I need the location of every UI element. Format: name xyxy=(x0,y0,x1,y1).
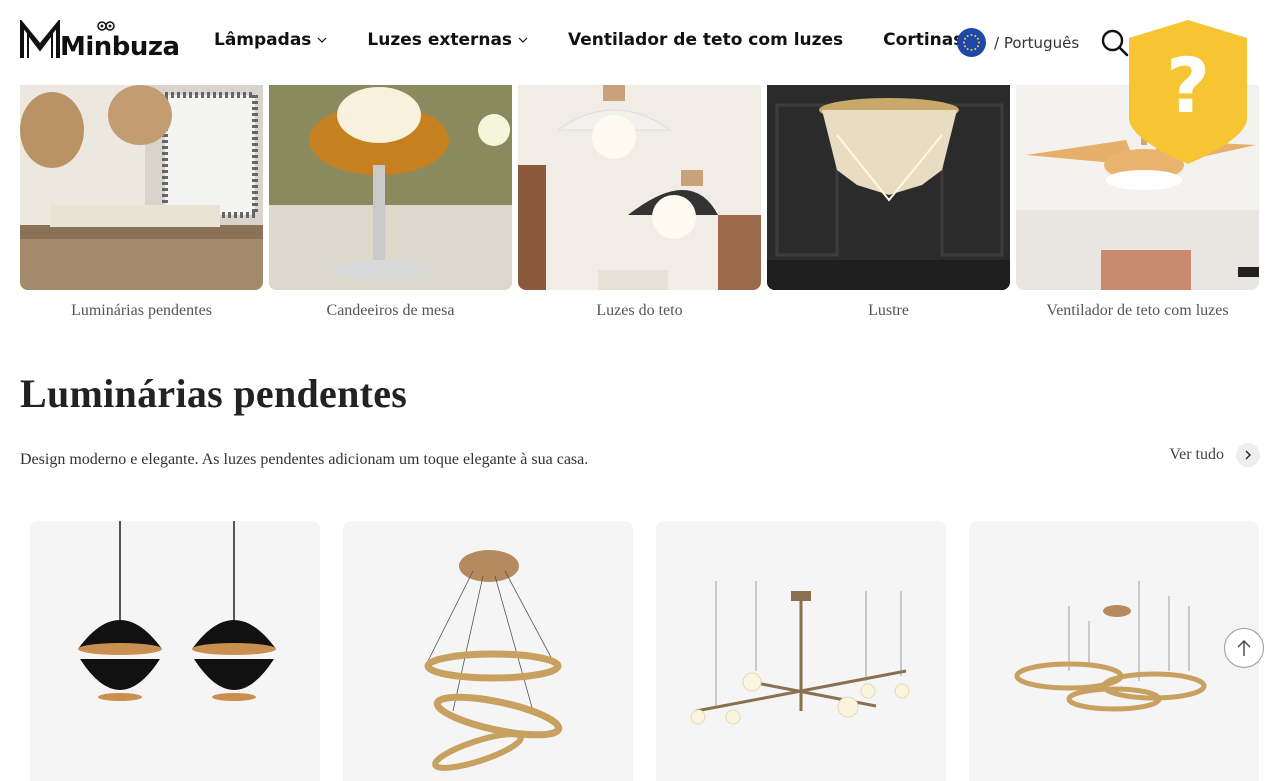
language-label: / Português xyxy=(994,33,1080,52)
nav-item-luzes-externas[interactable]: Luzes externas xyxy=(367,30,528,50)
category-label: Lustre xyxy=(868,302,909,319)
logo-text: Minbuza xyxy=(60,32,180,62)
category-card-luminarias[interactable]: Luminárias pendentes xyxy=(20,85,263,320)
category-row: Luminárias pendentes Candeeiros de mesa xyxy=(20,85,1259,320)
chevron-down-icon xyxy=(518,37,528,43)
category-image xyxy=(518,85,761,290)
product-image xyxy=(78,521,276,701)
section-title: Luminárias pendentes xyxy=(20,371,408,416)
nav-label: Lâmpadas xyxy=(214,30,312,50)
category-card-luzes-teto[interactable]: Luzes do teto xyxy=(518,85,761,320)
nav-item-lampadas[interactable]: Lâmpadas xyxy=(214,30,327,50)
category-image xyxy=(269,85,512,290)
site-header: Minbuza Lâmpadas Luzes externas Ventilad… xyxy=(0,0,1280,85)
section-description: Design moderno e elegante. As luzes pend… xyxy=(20,451,589,468)
main-nav: Lâmpadas Luzes externas Ventilador de te… xyxy=(214,30,1003,50)
chevron-right-icon xyxy=(1236,443,1260,467)
language-selector[interactable]: / Português xyxy=(957,28,1079,57)
category-image xyxy=(767,85,1010,290)
product-card[interactable] xyxy=(656,521,946,781)
product-grid xyxy=(30,521,1259,781)
category-label: Ventilador de teto com luzes xyxy=(1046,302,1229,319)
eu-flag-icon xyxy=(957,28,986,57)
arrow-up-icon xyxy=(1237,640,1251,656)
view-all-label: Ver tudo xyxy=(1169,446,1224,463)
category-label: Candeeiros de mesa xyxy=(326,302,455,319)
product-image xyxy=(690,581,910,725)
scroll-to-top-button[interactable] xyxy=(1224,628,1264,668)
nav-label: Ventilador de teto com luzes xyxy=(568,30,844,50)
nav-label: Luzes externas xyxy=(367,30,513,50)
category-label: Luzes do teto xyxy=(596,302,683,319)
category-image xyxy=(20,85,263,290)
product-card[interactable] xyxy=(30,521,320,781)
product-card[interactable] xyxy=(969,521,1259,781)
view-all-link[interactable]: Ver tudo xyxy=(1169,443,1260,467)
svg-text:?: ? xyxy=(1166,41,1210,130)
logo[interactable]: Minbuza xyxy=(20,18,180,64)
chevron-down-icon xyxy=(317,37,327,43)
product-image xyxy=(1014,581,1207,712)
category-label: Luminárias pendentes xyxy=(71,302,212,319)
search-icon[interactable] xyxy=(1101,29,1129,57)
category-card-candeeiros[interactable]: Candeeiros de mesa xyxy=(269,85,512,320)
help-shield-icon[interactable]: ? xyxy=(1127,20,1249,164)
nav-item-ventilador[interactable]: Ventilador de teto com luzes xyxy=(568,30,843,50)
product-image xyxy=(424,550,563,771)
category-card-lustre[interactable]: Lustre xyxy=(767,85,1010,320)
nav-item-cortinas[interactable]: Cortinas xyxy=(883,30,963,50)
nav-label: Cortinas xyxy=(883,30,964,50)
product-card[interactable] xyxy=(343,521,633,781)
